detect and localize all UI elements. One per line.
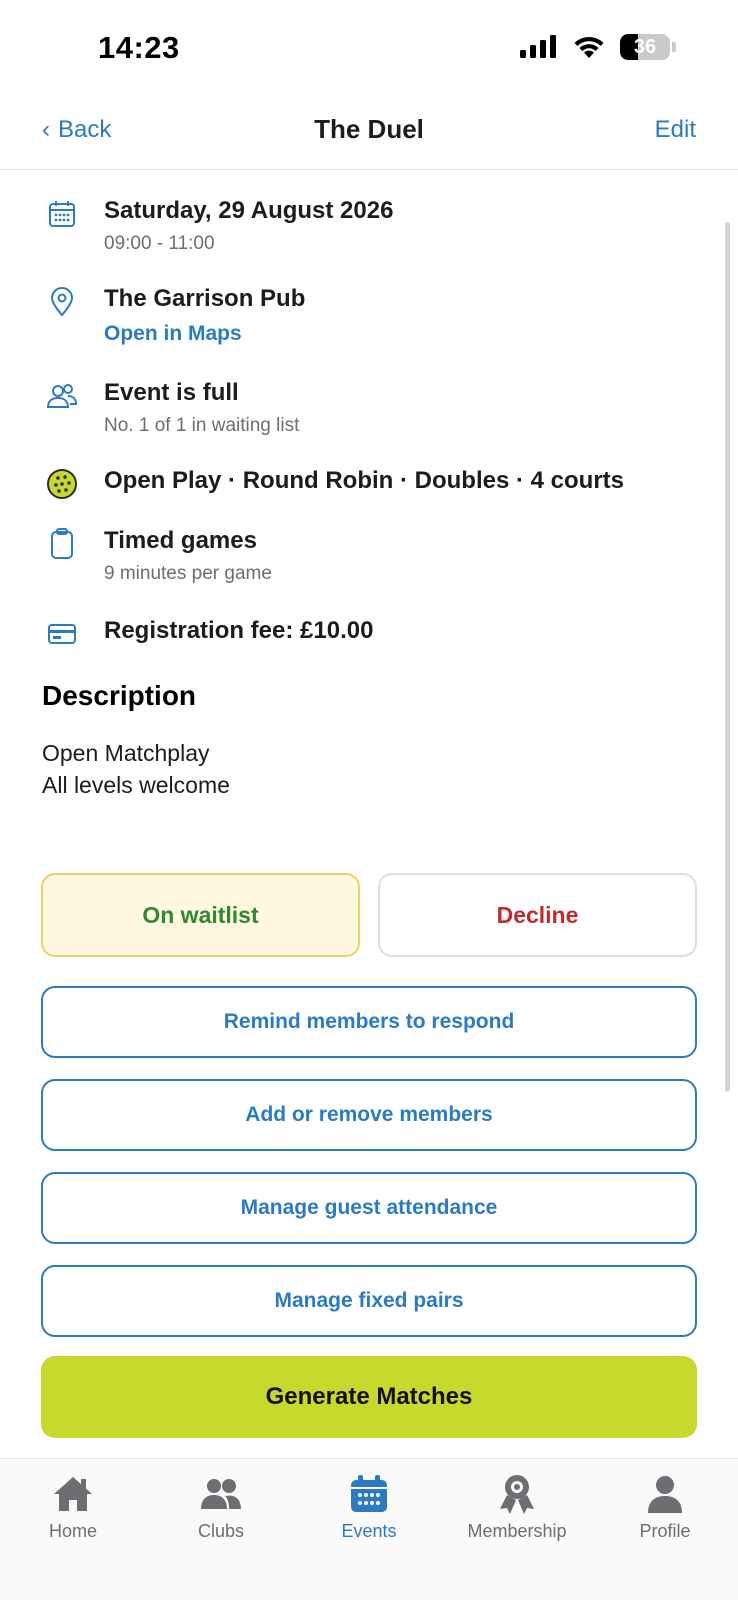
home-icon	[3, 1471, 143, 1517]
add-remove-members-button[interactable]: Add or remove members	[41, 1079, 697, 1151]
status-time: 14:23	[98, 30, 180, 65]
manage-fixed-pairs-button[interactable]: Manage fixed pairs	[41, 1265, 697, 1337]
signal-icon	[520, 35, 556, 58]
location-pin-icon	[42, 282, 82, 322]
format-row: Open Play · Round Robin · Doubles · 4 co…	[42, 466, 696, 504]
battery-level: 36	[633, 35, 657, 58]
description-heading: Description	[42, 680, 197, 711]
venue-name: The Garrison Pub	[104, 285, 306, 312]
capacity-status: Event is full	[104, 379, 239, 406]
event-format: Open Play · Round Robin · Doubles · 4 co…	[104, 467, 625, 494]
open-in-maps-link[interactable]: Open in Maps	[104, 322, 242, 346]
calendar-icon	[42, 194, 82, 234]
capacity-row: Event is full No. 1 of 1 in waiting list	[42, 378, 696, 438]
remind-members-button[interactable]: Remind members to respond	[41, 986, 697, 1058]
tab-membership[interactable]: Membership	[447, 1471, 587, 1542]
tab-clubs[interactable]: Clubs	[151, 1471, 291, 1542]
game-type: Timed games	[104, 527, 257, 554]
membership-badge-icon	[447, 1471, 587, 1517]
tab-label: Profile	[639, 1521, 691, 1541]
location-row: The Garrison Pub Open in Maps	[42, 284, 696, 346]
description-body: Open Matchplay All levels welcome	[42, 737, 230, 801]
pickleball-icon	[42, 464, 82, 504]
tab-home[interactable]: Home	[3, 1471, 143, 1542]
people-icon	[42, 376, 82, 416]
on-waitlist-button[interactable]: On waitlist	[41, 873, 360, 957]
waitlist-position: No. 1 of 1 in waiting list	[104, 415, 300, 436]
game-duration: 9 minutes per game	[104, 563, 272, 584]
event-time: 09:00 - 11:00	[104, 233, 215, 254]
credit-card-icon	[42, 614, 82, 654]
description-line: All levels welcome	[42, 772, 230, 798]
edit-button[interactable]: Edit	[655, 116, 696, 144]
tab-label: Events	[341, 1521, 397, 1541]
tab-label: Clubs	[197, 1521, 245, 1541]
registration-fee: Registration fee: £10.00	[104, 617, 374, 644]
tab-profile[interactable]: Profile	[595, 1471, 735, 1542]
fee-row: Registration fee: £10.00	[42, 616, 696, 654]
battery-icon: 36	[620, 34, 670, 60]
game-type-row: Timed games 9 minutes per game	[42, 526, 696, 586]
page-title: The Duel	[314, 114, 424, 144]
clipboard-icon	[42, 524, 82, 564]
event-date: Saturday, 29 August 2026	[104, 197, 394, 224]
tab-events[interactable]: Events	[299, 1471, 439, 1542]
tab-label: Home	[48, 1521, 97, 1541]
clubs-icon	[151, 1471, 291, 1517]
scrollbar[interactable]	[725, 222, 730, 1092]
tab-label: Membership	[467, 1521, 567, 1541]
decline-button[interactable]: Decline	[378, 873, 697, 957]
tab-bar: Home Clubs Events Membership Profile	[0, 1458, 738, 1600]
description-line: Open Matchplay	[42, 740, 210, 766]
status-icons: 36	[520, 34, 676, 60]
generate-matches-button[interactable]: Generate Matches	[41, 1356, 697, 1438]
date-row: Saturday, 29 August 2026 09:00 - 11:00	[42, 196, 696, 256]
calendar-icon	[299, 1471, 439, 1517]
status-bar: 14:23 36	[0, 0, 738, 96]
event-detail-screen: 14:23 36 ‹ Back The Duel Edit Saturday, …	[0, 0, 738, 1600]
navigation-header: ‹ Back The Duel Edit	[0, 100, 738, 170]
rsvp-buttons: On waitlist Decline	[41, 873, 697, 957]
manage-guest-attendance-button[interactable]: Manage guest attendance	[41, 1172, 697, 1244]
wifi-icon	[574, 36, 604, 58]
profile-icon	[595, 1471, 735, 1517]
